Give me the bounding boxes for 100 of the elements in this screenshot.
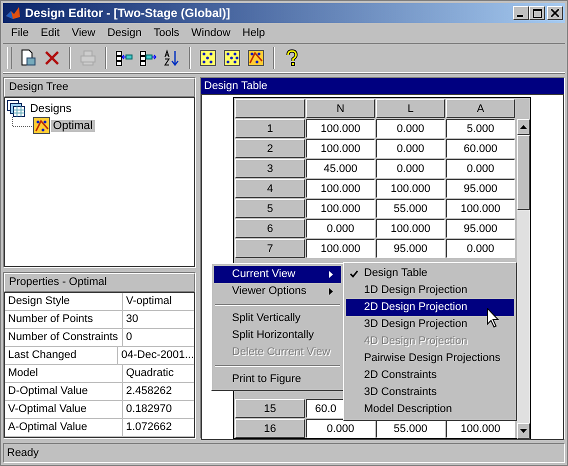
menu-item[interactable]: 3D Design Projection — [346, 316, 514, 333]
tree-connector-icon — [12, 117, 32, 127]
menu-item[interactable]: Split Vertically — [214, 310, 341, 327]
check-icon — [350, 270, 358, 278]
tree-item[interactable]: Designs — [28, 102, 74, 114]
column-header[interactable]: L — [376, 99, 445, 118]
property-name: Model — [5, 365, 123, 382]
menu-item[interactable]: Split Horizontally — [214, 327, 341, 344]
table-cell: 100.000 — [306, 119, 375, 138]
menu-item[interactable]: Edit — [34, 26, 66, 38]
menu-item[interactable]: Pairwise Design Projections — [346, 350, 514, 367]
property-name: Last Changed — [5, 347, 118, 364]
table-cell: 0.000 — [376, 119, 445, 138]
down-arrow-icon — [520, 429, 527, 433]
menu-item[interactable]: Design Table — [346, 265, 514, 282]
property-value: 04-Dec-2001... — [120, 348, 194, 363]
property-name: D-Optimal Value — [5, 383, 123, 400]
scroll-down-button[interactable] — [517, 423, 530, 439]
toolbar-button[interactable] — [197, 47, 219, 69]
row-header[interactable]: 6 — [235, 219, 305, 238]
table-cell: 0.000 — [306, 219, 375, 238]
table-cell: 100.000 — [306, 139, 375, 158]
property-name: V-Optimal Value — [5, 401, 123, 418]
minimize-button[interactable] — [513, 6, 529, 20]
close-button[interactable] — [547, 6, 563, 20]
property-value: 1.072662 — [125, 420, 173, 435]
row-header[interactable]: 2 — [235, 139, 305, 158]
optimal-design-icon — [33, 117, 50, 134]
close-icon — [551, 9, 559, 17]
toolbar-button[interactable] — [245, 47, 267, 69]
property-name: Design Style — [5, 293, 123, 310]
pane-header: Design Table — [201, 78, 564, 94]
property-name: Number of Points — [5, 311, 123, 328]
delete-icon — [43, 49, 61, 67]
menu-item[interactable]: Current View — [214, 266, 341, 283]
toolbar-button[interactable] — [221, 47, 243, 69]
property-value: 0.182970 — [125, 402, 173, 417]
table-cell: 60.000 — [446, 139, 515, 158]
property-value: 30 — [125, 312, 140, 327]
menu-item[interactable]: 2D Design Projection — [346, 299, 514, 316]
new-document-icon — [19, 49, 37, 67]
menu-item[interactable]: 2D Constraints — [346, 367, 514, 384]
row-header[interactable]: 4 — [235, 179, 305, 198]
tree-item[interactable]: Optimal — [51, 120, 95, 132]
status-text: Ready — [7, 447, 39, 459]
menu-item[interactable]: Help — [236, 26, 272, 38]
split-left-icon — [115, 49, 133, 67]
window-title: Design Editor - [Two-Stage (Global)] — [25, 6, 230, 20]
menu-item[interactable]: View — [66, 26, 102, 38]
sort-icon — [163, 49, 181, 67]
maximize-button[interactable] — [529, 6, 545, 20]
menu-item[interactable]: Viewer Options — [214, 283, 341, 300]
mouse-pointer-icon — [487, 308, 500, 328]
property-name: Number of Constraints — [5, 329, 123, 346]
table-cell: 0.000 — [306, 419, 375, 438]
property-value: Quadratic — [125, 366, 175, 381]
design-grid-icon — [199, 49, 217, 67]
column-header[interactable]: A — [446, 99, 515, 118]
table-cell: 100.000 — [306, 179, 375, 198]
row-header[interactable]: 7 — [235, 239, 305, 258]
menu-item[interactable]: Tools — [148, 26, 186, 38]
table-cell: 100.000 — [446, 199, 515, 218]
design-grid-icon — [223, 49, 241, 67]
row-header[interactable]: 3 — [235, 159, 305, 178]
table-cell: 100.000 — [376, 179, 445, 198]
pane-header: Properties - Optimal — [4, 273, 195, 292]
table-cell: 100.000 — [306, 239, 375, 258]
row-header[interactable]: 1 — [235, 119, 305, 138]
scroll-thumb[interactable] — [517, 135, 530, 210]
vertical-scrollbar[interactable] — [517, 119, 530, 439]
printer-icon — [79, 49, 97, 67]
menu-item[interactable]: 1D Design Projection — [346, 282, 514, 299]
table-cell: 55.000 — [376, 199, 445, 218]
table-cell: 0.000 — [446, 239, 515, 258]
property-value: 0 — [125, 330, 134, 345]
column-header[interactable]: N — [306, 99, 375, 118]
up-arrow-icon — [520, 125, 527, 129]
table-cell: 95.000 — [446, 219, 515, 238]
menu-item[interactable]: Design — [101, 26, 148, 38]
table-cell: 0.000 — [446, 159, 515, 178]
table-cell: 45.000 — [306, 159, 375, 178]
table-cell: 0.000 — [376, 159, 445, 178]
menu-item[interactable]: 3D Constraints — [346, 384, 514, 401]
table-cell: 95.000 — [376, 239, 445, 258]
row-header[interactable]: 16 — [235, 419, 305, 438]
table-cell: 100.000 — [376, 219, 445, 238]
row-header[interactable]: 5 — [235, 199, 305, 218]
row-header[interactable]: 15 — [235, 399, 305, 418]
maximize-icon — [532, 8, 542, 18]
submenu-arrow-icon — [329, 288, 333, 295]
table-cell: 100.000 — [306, 199, 375, 218]
scroll-up-button[interactable] — [517, 119, 530, 135]
property-value: V-optimal — [125, 294, 173, 309]
table-cell: 5.000 — [446, 119, 515, 138]
menu-item[interactable]: Print to Figure — [214, 371, 341, 388]
app-logo-icon — [5, 5, 21, 21]
menu-item[interactable]: File — [5, 26, 35, 38]
menu-item[interactable]: Window — [185, 26, 236, 38]
split-right-icon — [139, 49, 157, 67]
pane-header: Design Tree — [4, 78, 195, 97]
